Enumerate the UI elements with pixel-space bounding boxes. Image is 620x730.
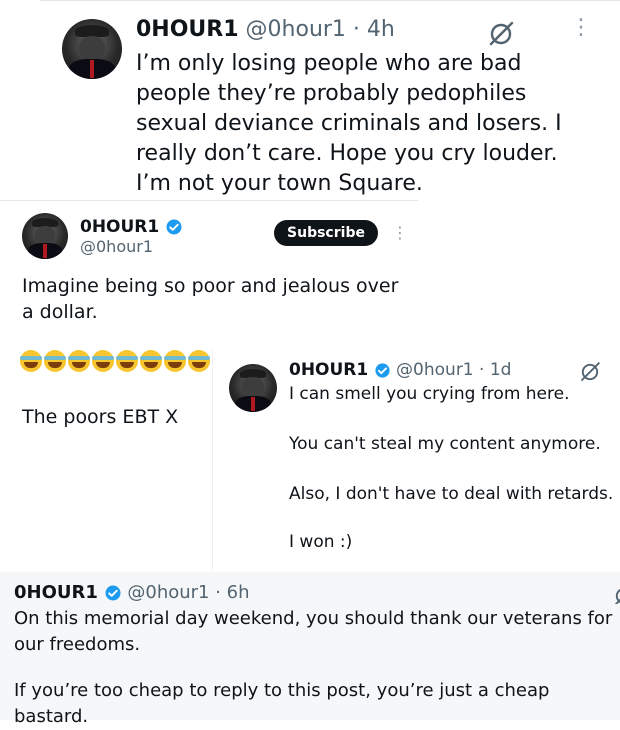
- tweet-3: 0HOUR1 @0hour1 · 1d I can smell you cryi…: [212, 350, 620, 570]
- display-name[interactable]: 0HOUR1: [289, 360, 368, 380]
- laughing-crying-emoji-icon: [116, 350, 138, 372]
- tweet-text-line: On this memorial day weekend, you should…: [14, 608, 613, 655]
- laughing-crying-emoji-icon: [140, 350, 162, 372]
- more-vertical-icon[interactable]: ⋮: [570, 15, 592, 40]
- verified-badge-icon: [105, 585, 121, 601]
- tweet-text-line: If you’re too cheap to reply to this pos…: [14, 680, 550, 727]
- display-name[interactable]: 0HOUR1: [14, 582, 98, 603]
- tweet-1: 0HOUR1 @0hour1 · 4h ⋮ I’m only losing pe…: [40, 0, 620, 201]
- reply-comment: The poors EBT X: [0, 340, 212, 570]
- more-vertical-icon[interactable]: ⋮: [392, 223, 408, 242]
- handle-time[interactable]: @0hour1 · 6h: [127, 582, 249, 603]
- laughing-crying-emoji-icon: [92, 350, 114, 372]
- avatar[interactable]: [62, 19, 122, 79]
- handle[interactable]: @0hour1: [80, 237, 153, 256]
- verified-badge-icon: [166, 219, 182, 235]
- grok-icon[interactable]: [486, 19, 516, 49]
- subscribe-button[interactable]: Subscribe: [274, 220, 378, 246]
- reply-text: The poors EBT X: [22, 406, 179, 428]
- display-name[interactable]: 0HOUR1: [80, 217, 183, 237]
- laughing-emoji-row: [20, 350, 212, 376]
- tweet-text-line: I won :): [289, 532, 353, 552]
- tweet-header: 0HOUR1 @0hour1 · 6h: [14, 582, 250, 603]
- tweet-text: Imagine being so poor and jealous over a…: [22, 275, 399, 323]
- laughing-crying-emoji-icon: [20, 350, 42, 372]
- laughing-crying-emoji-icon: [188, 350, 210, 372]
- handle-time[interactable]: @0hour1 · 4h: [246, 17, 395, 42]
- laughing-crying-emoji-icon: [164, 350, 186, 372]
- display-name-text[interactable]: 0HOUR1: [80, 217, 159, 237]
- tweet-2: 0HOUR1 @0hour1 Subscribe ⋮ Imagine being…: [0, 200, 418, 341]
- laughing-crying-emoji-icon: [44, 350, 66, 372]
- display-name[interactable]: 0HOUR1: [136, 17, 239, 42]
- avatar[interactable]: [229, 364, 277, 412]
- grok-icon[interactable]: [578, 360, 602, 384]
- avatar[interactable]: [22, 213, 68, 259]
- laughing-crying-emoji-icon: [68, 350, 90, 372]
- tweet-text-line: Also, I don't have to deal with retards.: [289, 484, 614, 504]
- tweet-text-line: I can smell you crying from here.: [289, 384, 570, 404]
- handle-time[interactable]: @0hour1 · 1d: [396, 360, 511, 380]
- tweet-4: 0HOUR1 @0hour1 · 6h On this memorial day…: [0, 572, 620, 727]
- tweet-text-line: You can't steal my content anymore.: [289, 434, 601, 454]
- grok-icon[interactable]: [612, 584, 620, 604]
- verified-badge-icon: [375, 362, 390, 378]
- tweet-header: 0HOUR1 @0hour1 · 1d: [289, 360, 511, 380]
- tweet-header: 0HOUR1 @0hour1 · 4h: [136, 17, 395, 42]
- tweet-text: I’m only losing people who are bad peopl…: [136, 51, 562, 196]
